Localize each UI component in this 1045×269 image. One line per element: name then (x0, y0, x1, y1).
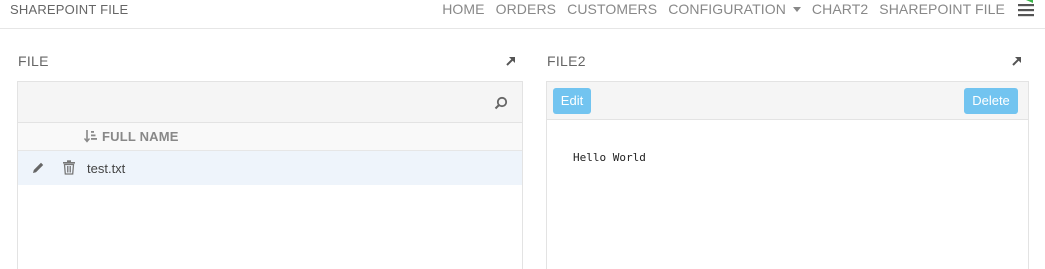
table-row[interactable]: test.txt (18, 151, 522, 185)
nav-customers[interactable]: CUSTOMERS (567, 1, 657, 17)
caret-down-icon (792, 7, 801, 12)
trash-icon[interactable] (62, 160, 76, 175)
file-name-cell[interactable]: test.txt (87, 161, 125, 176)
file-panel-title: FILE (18, 53, 49, 69)
nav-home-label: HOME (442, 1, 485, 17)
top-navbar: SHAREPOINT FILE HOME ORDERS CUSTOMERS CO… (0, 0, 1045, 29)
search-icon[interactable] (494, 96, 508, 110)
viewer-panel-title: FILE2 (547, 53, 586, 69)
delete-button[interactable]: Delete (964, 88, 1018, 114)
nav-home[interactable]: HOME (442, 1, 484, 17)
file-list-panel: FULL NAME test.txt (17, 81, 523, 269)
app-title[interactable]: SHAREPOINT FILE (10, 2, 128, 17)
nav-sharepoint-file-label: SHAREPOINT FILE (879, 1, 1005, 17)
nav-customers-label: CUSTOMERS (567, 1, 658, 17)
column-header: FULL NAME (18, 123, 522, 151)
pencil-icon[interactable] (31, 161, 45, 175)
main-nav: HOME ORDERS CUSTOMERS CONFIGURATION CHAR… (442, 1, 1005, 17)
hamburger-menu-icon[interactable] (1017, 0, 1035, 18)
nav-chart2-label: CHART2 (811, 1, 869, 17)
nav-configuration-label: CONFIGURATION (668, 1, 786, 17)
nav-orders-label: ORDERS (495, 1, 557, 17)
nav-chart2[interactable]: CHART2 (812, 1, 868, 17)
viewer-toolbar: Edit Delete (547, 82, 1028, 120)
edit-button[interactable]: Edit (553, 88, 591, 114)
expand-icon[interactable] (1010, 54, 1024, 68)
nav-sharepoint-file[interactable]: SHAREPOINT FILE (879, 1, 1005, 17)
sort-ascending-icon[interactable] (84, 129, 98, 143)
search-bar (18, 82, 522, 123)
expand-icon[interactable] (504, 54, 518, 68)
column-label-full-name[interactable]: FULL NAME (102, 129, 179, 144)
nav-orders[interactable]: ORDERS (496, 1, 557, 17)
file-content: Hello World (573, 151, 646, 164)
file-viewer-panel: Edit Delete Hello World (546, 81, 1029, 269)
nav-configuration-dropdown[interactable]: CONFIGURATION (668, 1, 801, 17)
